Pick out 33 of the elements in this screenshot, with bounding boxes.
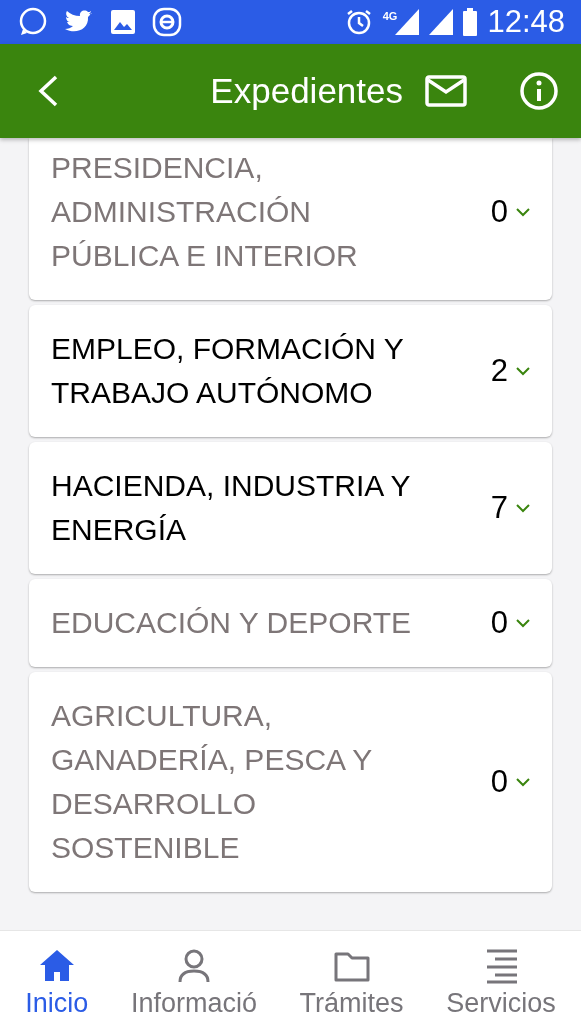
file-count: 2 <box>490 353 508 389</box>
category-title: EDUCACIÓN Y DEPORTE <box>51 605 413 641</box>
category-card[interactable]: HACIENDA, INDUSTRIA Y ENERGÍA 7 <box>29 442 552 574</box>
nav-tab[interactable]: Inicio <box>25 945 89 1019</box>
mail-icon[interactable] <box>425 75 467 107</box>
file-count: 0 <box>490 764 508 800</box>
nav-tab[interactable]: Servicios <box>446 945 556 1019</box>
image-icon <box>110 9 136 35</box>
category-title: PRESIDENCIA, ADMINISTRACIÓN PÚBLICA E INTERIOR <box>51 150 359 274</box>
network-type: 4G <box>382 10 398 22</box>
category-title: AGRICULTURA, GANADERÍA, PESCA Y DESARROLLO SOSTENIBLE <box>51 698 373 866</box>
signal-icon <box>395 9 420 35</box>
file-count: 0 <box>490 605 508 641</box>
chat-icon <box>18 7 48 37</box>
nav-tab[interactable]: Trámites <box>299 945 404 1019</box>
browser-icon <box>152 7 182 37</box>
chevron-down-icon <box>516 618 530 628</box>
clock-time: 12:48 <box>487 4 565 40</box>
category-title: EMPLEO, FORMACIÓN Y TRABAJO AUTÓNOMO <box>51 331 405 411</box>
category-title: HACIENDA, INDUSTRIA Y ENERGÍA <box>51 468 411 548</box>
chevron-down-icon <box>516 207 530 217</box>
file-count: 0 <box>490 194 508 230</box>
category-card[interactable]: EMPLEO, FORMACIÓN Y TRABAJO AUTÓNOMO 2 <box>29 305 552 437</box>
back-icon[interactable] <box>36 74 60 108</box>
chevron-down-icon <box>516 777 530 787</box>
page-title: Expedientes <box>210 71 403 111</box>
file-count: 7 <box>490 490 508 526</box>
chevron-down-icon <box>516 503 530 513</box>
battery-icon <box>463 8 478 36</box>
nav-tab[interactable]: Informació <box>130 945 257 1019</box>
chevron-down-icon <box>516 366 530 376</box>
signal-icon <box>429 9 454 35</box>
info-icon[interactable] <box>519 71 559 111</box>
